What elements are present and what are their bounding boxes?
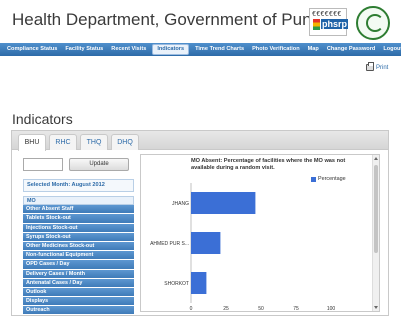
scroll-down-arrow-icon[interactable] bbox=[374, 306, 378, 309]
tab-bhu[interactable]: BHU bbox=[18, 134, 46, 151]
scroll-up-arrow-icon[interactable] bbox=[374, 157, 378, 160]
chart-legend: Percentage bbox=[311, 176, 346, 182]
main-nav: Compliance Status Facility Status Recent… bbox=[0, 43, 401, 56]
indicator-item-displays[interactable]: Displays bbox=[23, 297, 134, 307]
month-input[interactable] bbox=[23, 158, 63, 171]
chart-scrollbar[interactable] bbox=[372, 155, 379, 311]
indicators-panel: BHU RHC THQ DHQ Update Selected Month: A… bbox=[11, 130, 389, 316]
nav-change-password[interactable]: Change Password bbox=[323, 43, 380, 56]
nav-facility-status[interactable]: Facility Status bbox=[61, 43, 107, 56]
phsrp-logo-mark bbox=[313, 19, 320, 30]
site-header: Health Department, Government of Punjab … bbox=[0, 0, 401, 42]
legend-label: Percentage bbox=[318, 176, 346, 182]
phsrp-logo: €€€€€€€ phsrp bbox=[309, 8, 349, 36]
indicator-list: MO Other Absent Staff Tablets Stock-out … bbox=[23, 196, 134, 316]
x-tick-label-3: 75 bbox=[293, 306, 299, 311]
indicator-item-other-absent-staff[interactable]: Other Absent Staff bbox=[23, 205, 134, 215]
page-title: Indicators bbox=[12, 111, 73, 127]
indicator-item-injections-stock-out[interactable]: Injections Stock-out bbox=[23, 223, 134, 233]
tab-rhc[interactable]: RHC bbox=[49, 134, 77, 150]
x-tick-label-4: 100 bbox=[327, 306, 336, 311]
nav-time-trend-charts[interactable]: Time Trend Charts bbox=[191, 43, 248, 56]
chart-bar-0 bbox=[191, 192, 256, 214]
site-title: Health Department, Government of Punjab bbox=[12, 10, 335, 29]
chart-bar-2 bbox=[191, 272, 207, 294]
chart-container: JHANG AHMED PUR S... SHORKOT 0 25 50 75 100 MO … bbox=[140, 154, 380, 312]
indicator-item-opd-cases-day[interactable]: OPD Cases / Day bbox=[23, 260, 134, 270]
tab-thq[interactable]: THQ bbox=[80, 134, 108, 150]
nav-indicators[interactable]: Indicators bbox=[152, 44, 190, 55]
nav-logout[interactable]: Logout bbox=[379, 43, 401, 56]
x-tick-label-1: 25 bbox=[223, 306, 229, 311]
print-label: Print bbox=[376, 64, 389, 71]
y-tick-label-0: JHANG bbox=[172, 201, 189, 207]
indicator-item-other-medicines-stock-out[interactable]: Other Medicines Stock-out bbox=[23, 241, 134, 252]
scrollbar-thumb[interactable] bbox=[374, 165, 378, 253]
tab-dhq[interactable]: DHQ bbox=[111, 134, 139, 150]
indicator-item-tablets-stock-out[interactable]: Tablets Stock-out bbox=[23, 214, 134, 224]
legend-swatch bbox=[311, 176, 316, 182]
update-button[interactable]: Update bbox=[69, 158, 129, 171]
indicator-item-syrups-stock-out[interactable]: Syrups Stock-out bbox=[23, 232, 134, 242]
indicator-item-mo[interactable]: MO bbox=[23, 196, 134, 206]
nav-recent-visits[interactable]: Recent Visits bbox=[107, 43, 150, 56]
nav-compliance-status[interactable]: Compliance Status bbox=[3, 43, 61, 56]
nav-photo-verification[interactable]: Photo Verification bbox=[248, 43, 304, 56]
indicator-item-outreach[interactable]: Outreach bbox=[23, 306, 134, 316]
printer-icon bbox=[366, 62, 374, 71]
print-link[interactable]: Print bbox=[366, 62, 389, 71]
y-tick-label-2: SHORKOT bbox=[164, 281, 189, 287]
chart-title: MO Absent: Percentage of facilities wher… bbox=[191, 158, 346, 171]
x-tick-label-2: 50 bbox=[258, 306, 264, 311]
y-tick-label-1: AHMED PUR S... bbox=[150, 241, 189, 247]
selected-month-label: Selected Month: August 2012 bbox=[23, 179, 134, 192]
indicator-item-non-functional-equipment[interactable]: Non-functional Equipment bbox=[23, 251, 134, 261]
chart-bar-1 bbox=[191, 232, 221, 254]
indicator-item-outlook[interactable]: Outlook bbox=[23, 287, 134, 298]
indicator-item-delivery-cases-month[interactable]: Delivery Cases / Month bbox=[23, 269, 134, 279]
phsrp-logo-text: phsrp bbox=[321, 19, 349, 29]
facility-type-tabs: BHU RHC THQ DHQ bbox=[12, 131, 388, 151]
x-tick-label-0: 0 bbox=[190, 306, 193, 311]
nav-map[interactable]: Map bbox=[304, 43, 323, 56]
government-seal-logo bbox=[356, 6, 390, 40]
indicator-item-antenatal-cases-day[interactable]: Antenatal Cases / Day bbox=[23, 278, 134, 288]
phsrp-logo-dots: €€€€€€€ bbox=[312, 10, 342, 18]
